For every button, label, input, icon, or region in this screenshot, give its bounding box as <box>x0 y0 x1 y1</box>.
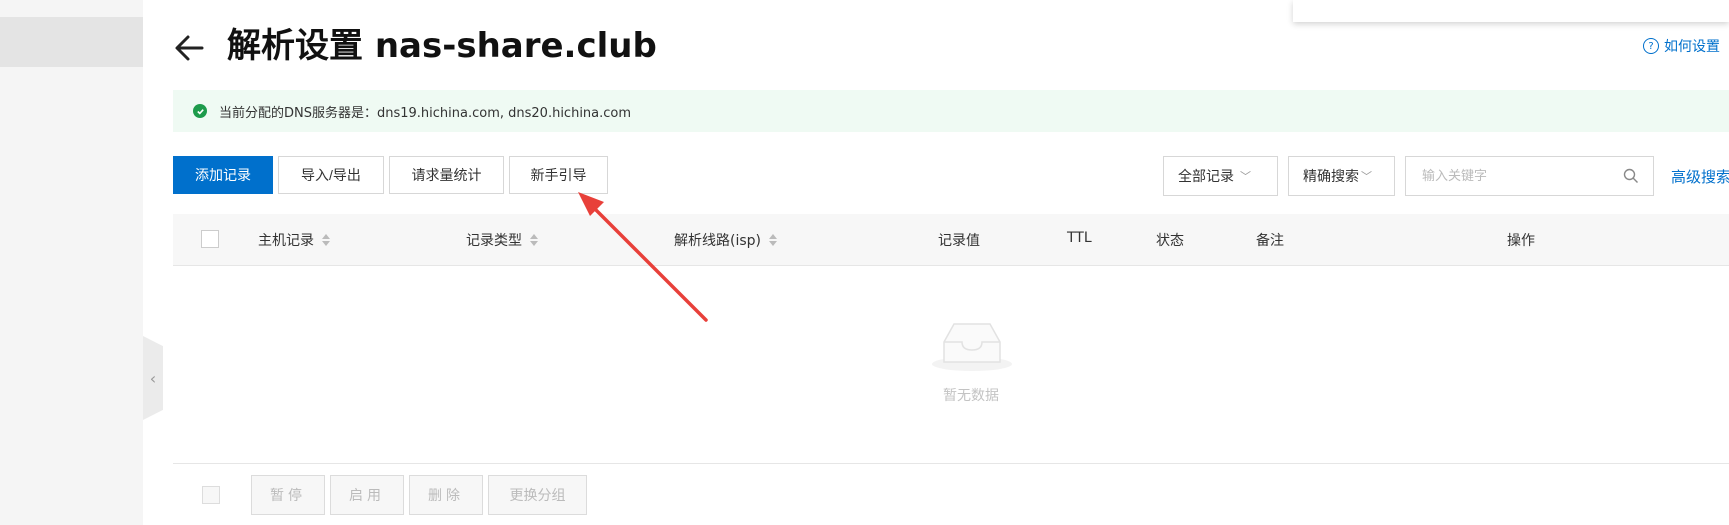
help-link[interactable]: ? 如何设置 <box>1643 36 1720 56</box>
left-sidebar <box>0 0 143 525</box>
table-header: 主机记录 记录类型 解析线路(isp) 记录值 TTL 状态 备注 操作 <box>173 214 1729 266</box>
help-link-label: 如何设置 <box>1664 39 1720 55</box>
column-ttl: TTL <box>1067 230 1092 246</box>
chevron-down-icon: ﹀ <box>1361 170 1372 183</box>
bulk-select-checkbox[interactable] <box>202 486 220 504</box>
keyword-search-input[interactable] <box>1420 167 1604 185</box>
column-status: 状态 <box>1156 233 1184 249</box>
column-label: 记录类型 <box>466 233 522 249</box>
empty-state-text: 暂无数据 <box>943 388 999 404</box>
column-label: 主机记录 <box>258 233 314 249</box>
sidebar-selected-item[interactable] <box>0 17 143 67</box>
question-icon: ? <box>1643 38 1659 54</box>
column-record-value: 记录值 <box>938 233 980 249</box>
column-record-type[interactable]: 记录类型 <box>466 230 538 250</box>
page-title: 解析设置 nas-share.club <box>227 26 657 66</box>
enable-button[interactable]: 启用 <box>330 475 404 515</box>
advanced-search-link[interactable]: 高级搜索 <box>1671 166 1729 187</box>
check-circle-icon <box>193 104 207 118</box>
column-host-record[interactable]: 主机记录 <box>258 230 330 250</box>
column-remark: 备注 <box>1256 233 1284 249</box>
change-group-button[interactable]: 更换分组 <box>488 475 587 515</box>
select-all-checkbox[interactable] <box>201 230 219 248</box>
chevron-left-icon: ‹ <box>149 368 157 388</box>
record-filter-value: 全部记录 <box>1178 169 1234 185</box>
search-mode-select[interactable]: 精确搜索 ﹀ <box>1288 156 1395 196</box>
column-line-isp[interactable]: 解析线路(isp) <box>674 230 777 250</box>
notice-text: 当前分配的DNS服务器是：dns19.hichina.com, dns20.hi… <box>219 105 632 121</box>
search-icon[interactable] <box>1623 168 1639 184</box>
import-export-button[interactable]: 导入/导出 <box>278 156 384 194</box>
beginner-guide-button[interactable]: 新手引导 <box>509 156 608 194</box>
add-record-button[interactable]: 添加记录 <box>173 156 273 194</box>
column-label: 解析线路(isp) <box>674 233 761 249</box>
chevron-down-icon: ﹀ <box>1240 170 1251 183</box>
dropdown-popup-panel <box>1293 0 1729 22</box>
search-mode-value: 精确搜索 <box>1303 169 1359 185</box>
sort-icon[interactable] <box>322 234 330 246</box>
dns-server-notice: 当前分配的DNS服务器是：dns19.hichina.com, dns20.hi… <box>173 90 1729 132</box>
keyword-search-box[interactable] <box>1405 156 1654 196</box>
sort-icon[interactable] <box>769 234 777 246</box>
record-filter-select[interactable]: 全部记录 ﹀ <box>1163 156 1278 196</box>
column-actions: 操作 <box>1507 233 1535 249</box>
empty-inbox-icon <box>932 323 1012 371</box>
pause-button[interactable]: 暂停 <box>251 475 325 515</box>
request-stats-button[interactable]: 请求量统计 <box>389 156 504 194</box>
delete-button[interactable]: 删除 <box>409 475 483 515</box>
table-footer-divider <box>173 463 1729 464</box>
sort-icon[interactable] <box>530 234 538 246</box>
sidebar-collapse-handle[interactable]: ‹ <box>143 336 163 420</box>
back-arrow-icon[interactable] <box>172 30 208 66</box>
